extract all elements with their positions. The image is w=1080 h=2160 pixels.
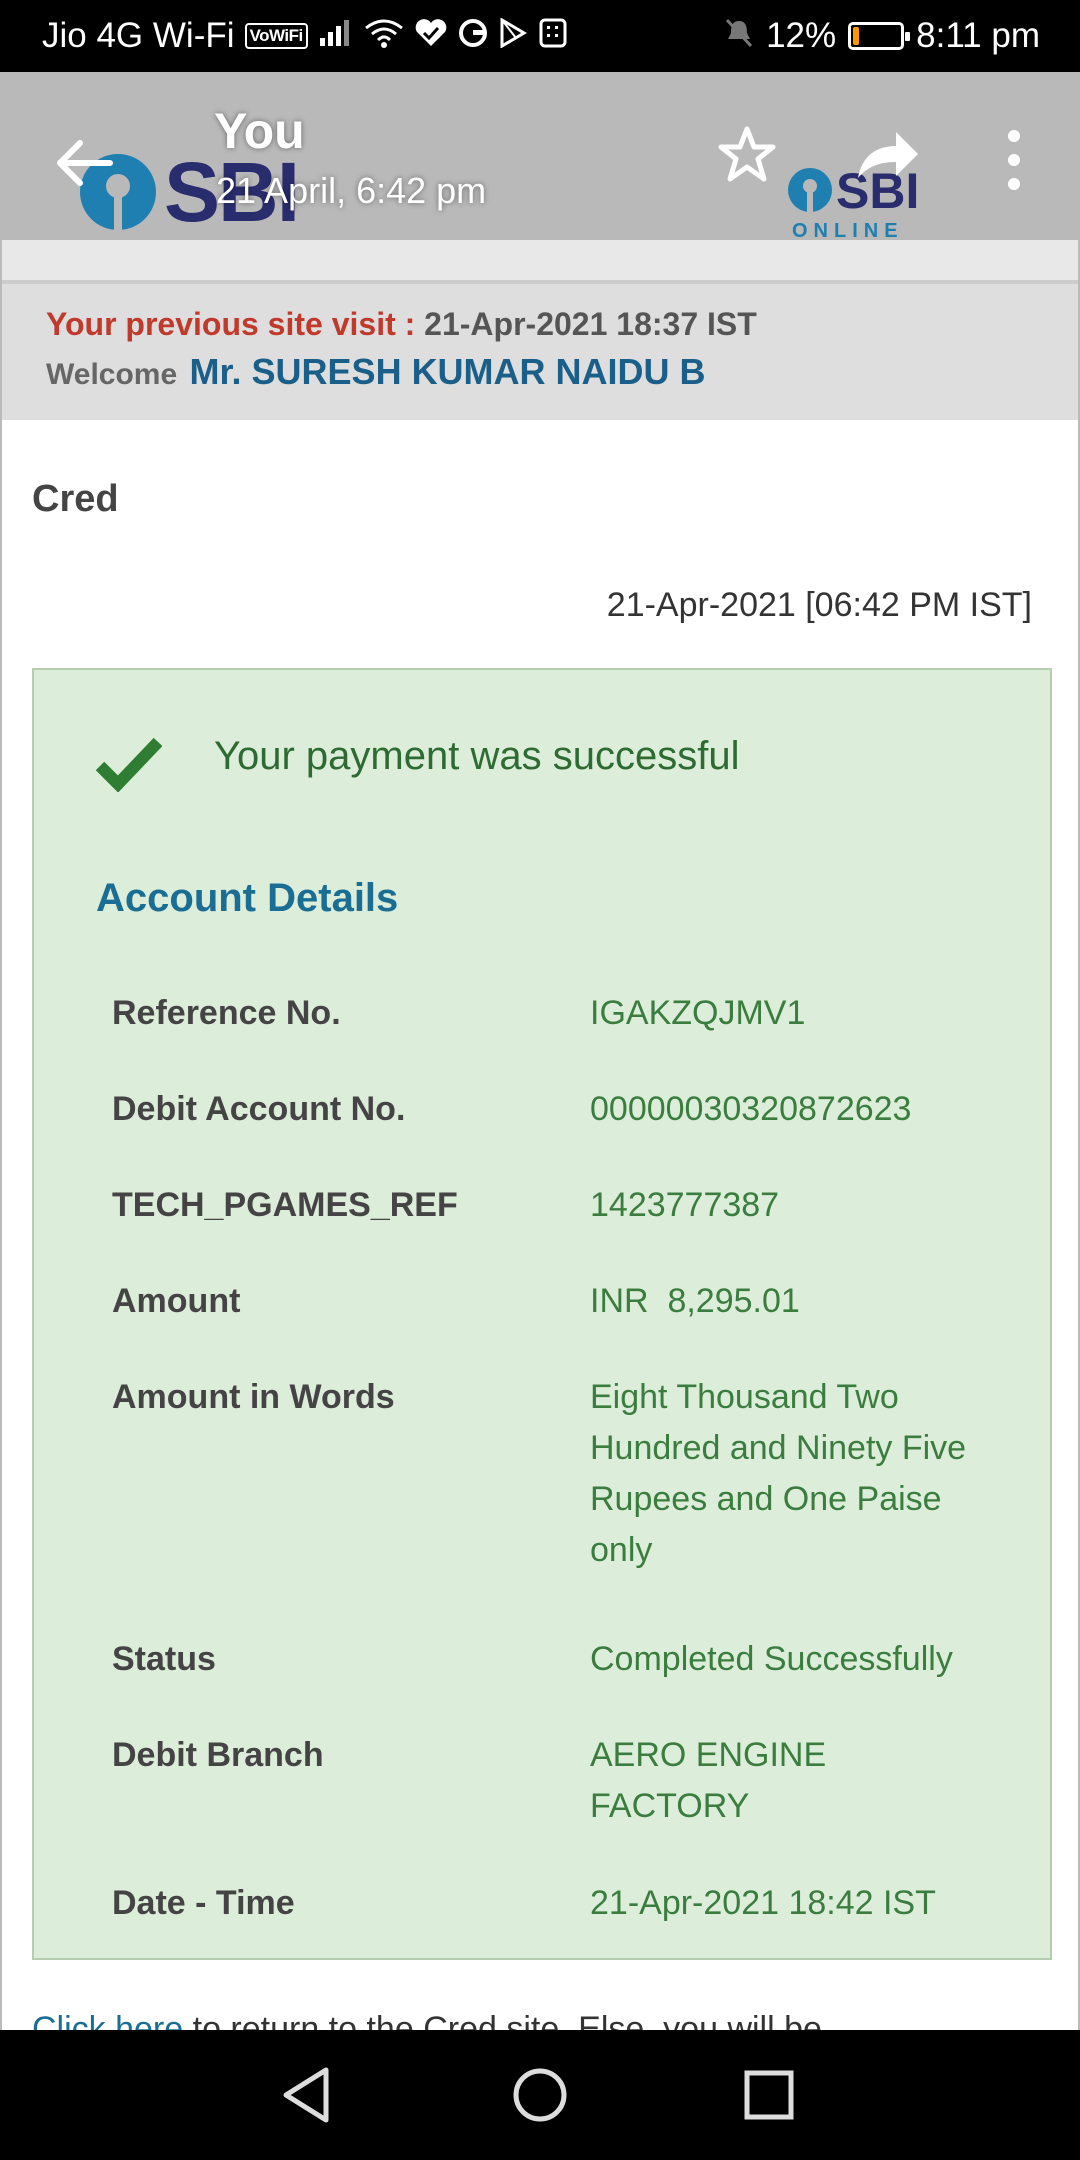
transaction-datetime: 21-Apr-2021 [06:42 PM IST] bbox=[606, 586, 1032, 624]
detail-label: Date - Time bbox=[112, 1884, 295, 1922]
welcome-line: Welcome Mr. SURESH KUMAR NAIDU B bbox=[46, 351, 1034, 393]
detail-label: Debit Account No. bbox=[112, 1090, 406, 1128]
detail-label: Debit Branch bbox=[112, 1736, 324, 1774]
detail-row-amount: Amount INR 8,295.01 bbox=[112, 1276, 1032, 1327]
merchant-name: Cred bbox=[32, 478, 119, 520]
click-here-link[interactable]: Click here bbox=[32, 2010, 183, 2030]
clock: 8:11 pm bbox=[916, 16, 1040, 55]
account-details-title: Account Details bbox=[96, 876, 399, 920]
previous-visit-value: 21-Apr-2021 18:37 IST bbox=[424, 306, 757, 342]
user-name: Mr. SURESH KUMAR NAIDU B bbox=[189, 351, 706, 392]
success-message: Your payment was successful bbox=[214, 734, 740, 778]
detail-row-date-time: Date - Time 21-Apr-2021 18:42 IST bbox=[112, 1878, 1032, 1929]
battery-percent: 12% bbox=[766, 16, 837, 55]
viewer-header: SBI SBI ONLINE You 21 April, 6:42 pm bbox=[0, 72, 1080, 240]
check-mark-icon bbox=[96, 737, 162, 792]
detail-row-debit-branch: Debit Branch AERO ENGINE FACTORY bbox=[112, 1730, 1032, 1832]
detail-row-debit-account: Debit Account No. 00000030320872623 bbox=[112, 1084, 1032, 1135]
square-recents-icon[interactable] bbox=[736, 2062, 802, 2128]
sbi-online-subtext: ONLINE bbox=[792, 220, 904, 240]
viewer-date: 21 April, 6:42 pm bbox=[216, 170, 487, 211]
star-outline-icon[interactable] bbox=[716, 124, 778, 186]
detail-value: 00000030320872623 bbox=[590, 1090, 912, 1128]
detail-value: 21-Apr-2021 18:42 IST bbox=[590, 1884, 936, 1922]
detail-label: Reference No. bbox=[112, 994, 341, 1032]
circle-home-icon[interactable] bbox=[507, 2062, 573, 2128]
calculator-icon bbox=[538, 18, 568, 54]
payment-success-box: Your payment was successful Account Deta… bbox=[32, 668, 1052, 1960]
detail-label: TECH_PGAMES_REF bbox=[112, 1186, 458, 1224]
detail-value: INR 8,295.01 bbox=[590, 1282, 800, 1320]
previous-visit-box: Your previous site visit : 21-Apr-2021 1… bbox=[2, 284, 1078, 420]
battery-icon bbox=[848, 22, 911, 50]
return-text-rest: to return to the Cred site. Else, you wi… bbox=[183, 2010, 822, 2030]
previous-visit-label: Your previous site visit : bbox=[46, 306, 416, 342]
navigation-bar bbox=[0, 2030, 1080, 2160]
detail-label: Amount in Words bbox=[112, 1378, 395, 1416]
detail-row-amount-words: Amount in Words Eight Thousand Two Hundr… bbox=[112, 1372, 1032, 1576]
welcome-label: Welcome bbox=[46, 358, 178, 391]
mute-bell-icon bbox=[724, 17, 754, 55]
status-left: Jio 4G Wi-Fi VoWiFi bbox=[42, 0, 568, 72]
arrow-left-icon[interactable] bbox=[50, 128, 120, 198]
triangle-back-icon[interactable] bbox=[274, 2062, 340, 2128]
detail-label: Amount bbox=[112, 1282, 241, 1320]
battery-level bbox=[853, 27, 860, 45]
more-vertical-icon[interactable] bbox=[996, 126, 1032, 194]
signal-icon bbox=[318, 18, 354, 54]
wifi-icon bbox=[364, 18, 404, 54]
detail-row-tech-ref: TECH_PGAMES_REF 1423777387 bbox=[112, 1180, 1032, 1231]
detail-value: AERO ENGINE FACTORY bbox=[590, 1736, 827, 1825]
detail-row-status: Status Completed Successfully bbox=[112, 1634, 1032, 1685]
g-app-icon bbox=[458, 18, 488, 54]
carrier-name: Jio 4G Wi-Fi bbox=[42, 16, 235, 55]
detail-value: IGAKZQJMV1 bbox=[590, 994, 806, 1032]
viewer-sender: You bbox=[214, 103, 305, 159]
detail-value: 1423777387 bbox=[590, 1186, 780, 1224]
receipt-page: Your previous site visit : 21-Apr-2021 1… bbox=[0, 240, 1080, 2030]
return-instruction: Click here to return to the Cred site. E… bbox=[32, 2010, 822, 2030]
detail-row-reference: Reference No. IGAKZQJMV1 bbox=[112, 988, 1032, 1039]
header-strip bbox=[2, 240, 1078, 284]
status-bar: Jio 4G Wi-Fi VoWiFi 12% 8:11 pm bbox=[0, 0, 1080, 72]
vowifi-badge: VoWiFi bbox=[244, 23, 308, 49]
detail-value: Eight Thousand Two Hundred and Ninety Fi… bbox=[590, 1378, 967, 1569]
detail-label: Status bbox=[112, 1640, 216, 1678]
share-arrow-icon[interactable] bbox=[852, 122, 922, 186]
play-store-icon bbox=[498, 17, 528, 54]
previous-visit-line: Your previous site visit : 21-Apr-2021 1… bbox=[46, 306, 1034, 343]
heart-icon bbox=[414, 18, 448, 54]
sbi-online-icon bbox=[788, 168, 832, 212]
status-right: 12% 8:11 pm bbox=[724, 0, 1040, 72]
detail-value: Completed Successfully bbox=[590, 1640, 953, 1678]
